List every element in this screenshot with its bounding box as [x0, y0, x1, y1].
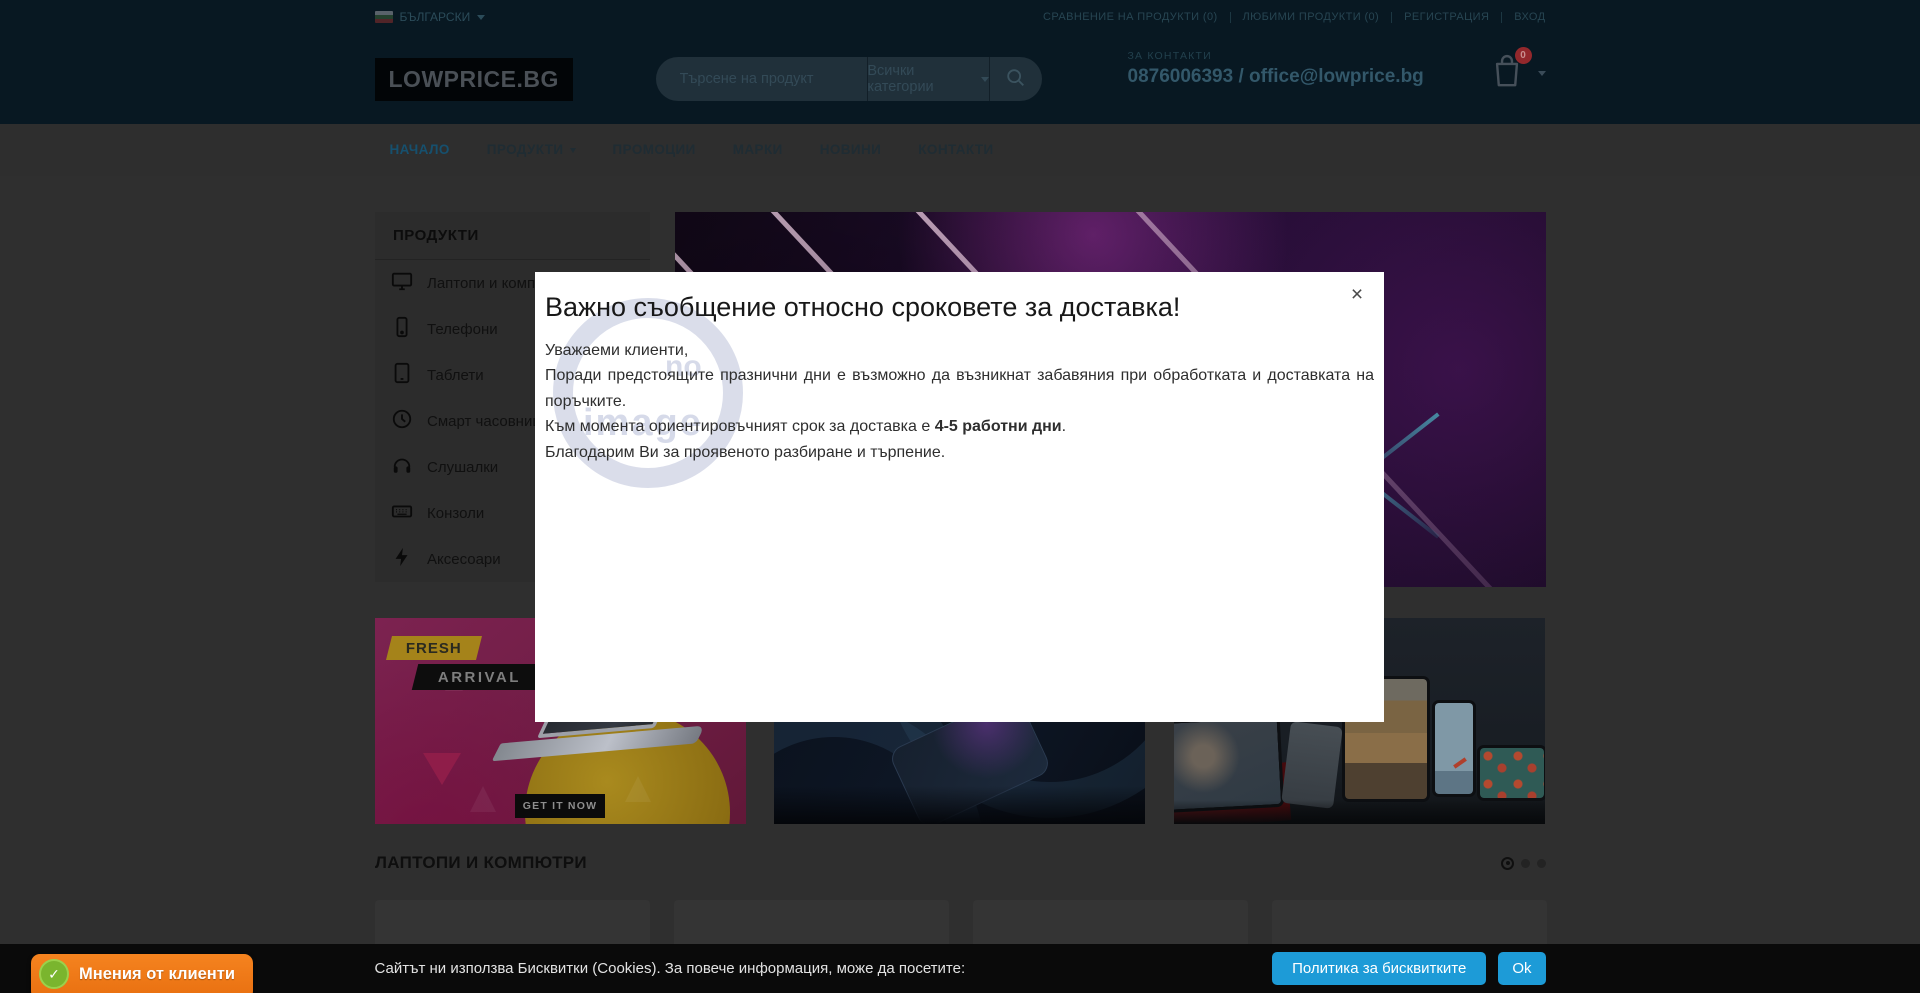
headphones-icon: [391, 454, 413, 480]
compare-products-link[interactable]: СРАВНЕНИЕ НА ПРОДУКТИ (0): [1043, 11, 1218, 23]
sidebar-title: ПРОДУКТИ: [375, 212, 650, 260]
product-card-top: [375, 900, 650, 944]
modal-thanks: Благодарим Ви за проявеното разбиране и …: [545, 440, 1374, 465]
customer-reviews-badge[interactable]: ✓ Мнения от клиенти: [31, 954, 253, 993]
banner-text-arrival: ARRIVAL: [412, 664, 548, 690]
tablet-icon: [391, 362, 413, 388]
contacts-block: ЗА КОНТАКТИ 0876006393 / office@lowprice…: [1128, 50, 1424, 88]
modal-close-button[interactable]: ×: [1344, 282, 1370, 308]
site-logo[interactable]: LOWPRICE.BG: [375, 58, 573, 101]
separator: [1501, 12, 1502, 23]
verified-check-icon: ✓: [39, 959, 69, 989]
tablet-back-image: [1281, 721, 1343, 809]
cart-button[interactable]: 0: [1490, 52, 1546, 95]
section-title: ЛАПТОПИ И КОМПЮТРИ: [375, 853, 587, 873]
phone-icon: [391, 316, 413, 342]
modal-title: Важно съобщение относно сроковете за дос…: [545, 292, 1338, 323]
nav-item-products[interactable]: ПРОДУКТИ: [487, 124, 576, 176]
product-card-top: [1272, 900, 1547, 944]
chevron-down-icon: [981, 77, 989, 82]
contacts-label: ЗА КОНТАКТИ: [1128, 50, 1424, 62]
triangle-decor: [470, 786, 496, 812]
carousel-dot[interactable]: [1521, 859, 1530, 868]
header: LOWPRICE.BG Всички категории ЗА КОНТАКТИ…: [0, 34, 1920, 124]
carousel-dot-active[interactable]: [1501, 857, 1514, 870]
cookie-bar: Сайтът ни използва Бисквитки (Cookies). …: [0, 944, 1920, 993]
modal-paragraph: Поради предстоящите празнични дни е възм…: [545, 363, 1374, 414]
section-laptops-header: ЛАПТОПИ И КОМПЮТРИ: [375, 848, 1546, 878]
shadow-decor: [1174, 800, 1545, 824]
cookie-policy-button[interactable]: Политика за бисквитките: [1272, 952, 1486, 985]
cart-count-badge: 0: [1515, 47, 1532, 64]
nav-item-news[interactable]: НОВИНИ: [820, 124, 882, 176]
carousel-dot[interactable]: [1537, 859, 1546, 868]
product-card-top: [973, 900, 1248, 944]
cart-bag-icon: [1490, 77, 1524, 94]
delivery-notice-modal: no image × Важно съобщение относно сроко…: [535, 272, 1384, 722]
tablet-image: [1477, 745, 1545, 801]
delivery-time-bold: 4-5 работни дни: [935, 418, 1062, 435]
reviews-badge-label: Мнения от клиенти: [79, 965, 235, 984]
language-label: БЪЛГАРСКИ: [400, 10, 471, 24]
chevron-down-icon: [1538, 71, 1546, 76]
carousel-dots: [1501, 857, 1546, 870]
modal-body: Уважаеми клиенти, Поради предстоящите пр…: [545, 338, 1374, 465]
contact-phone[interactable]: 0876006393: [1128, 66, 1234, 87]
nav-item-contacts[interactable]: КОНТАКТИ: [918, 124, 993, 176]
nav-item-promotions[interactable]: ПРОМОЦИИ: [613, 124, 696, 176]
contact-email[interactable]: office@lowprice.bg: [1249, 66, 1424, 87]
category-select[interactable]: Всички категории: [867, 57, 988, 101]
get-it-now-button[interactable]: GET IT NOW: [515, 794, 605, 818]
topbar-links: СРАВНЕНИЕ НА ПРОДУКТИ (0) ЛЮБИМИ ПРОДУКТ…: [1043, 0, 1545, 34]
top-bar: БЪЛГАРСКИ СРАВНЕНИЕ НА ПРОДУКТИ (0) ЛЮБИ…: [0, 0, 1920, 34]
contact-separator: /: [1233, 66, 1249, 87]
category-selected-label: Всички категории: [867, 63, 971, 95]
cookie-message: Сайтът ни използва Бисквитки (Cookies). …: [375, 960, 966, 977]
modal-delivery-line: Към момента ориентировъчният срок за дос…: [545, 414, 1374, 439]
monitor-icon: [391, 270, 413, 296]
chevron-down-icon: [477, 15, 485, 20]
search-bar: Всички категории: [656, 57, 1042, 101]
cookie-ok-button[interactable]: Ok: [1498, 952, 1545, 985]
search-icon: [1005, 67, 1027, 92]
modal-greeting: Уважаеми клиенти,: [545, 338, 1374, 363]
login-link[interactable]: ВХОД: [1514, 11, 1545, 23]
separator: [1230, 12, 1231, 23]
banner-text-fresh: FRESH: [386, 636, 482, 660]
favorite-products-link[interactable]: ЛЮБИМИ ПРОДУКТИ (0): [1243, 11, 1380, 23]
clock-icon: [391, 408, 413, 434]
register-link[interactable]: РЕГИСТРАЦИЯ: [1404, 11, 1489, 23]
chevron-down-icon: [570, 148, 576, 153]
tablet-image: [1174, 715, 1284, 813]
keyboard-icon: [391, 500, 413, 526]
triangle-decor: [423, 753, 461, 785]
bulgarian-flag-icon: [375, 11, 393, 23]
nav-item-brands[interactable]: МАРКИ: [733, 124, 783, 176]
lightning-bolt-icon: [391, 546, 413, 572]
separator: [1391, 12, 1392, 23]
product-card-top: [674, 900, 949, 944]
nav-item-home[interactable]: НАЧАЛО: [390, 124, 450, 176]
shadow-decor: [774, 786, 1145, 824]
search-button[interactable]: [990, 57, 1042, 101]
search-input[interactable]: [656, 57, 867, 101]
tablet-image: [1432, 700, 1476, 797]
main-navigation: НАЧАЛО ПРОДУКТИ ПРОМОЦИИ МАРКИ НОВИНИ КО…: [0, 124, 1920, 176]
language-selector[interactable]: БЪЛГАРСКИ: [375, 0, 486, 34]
